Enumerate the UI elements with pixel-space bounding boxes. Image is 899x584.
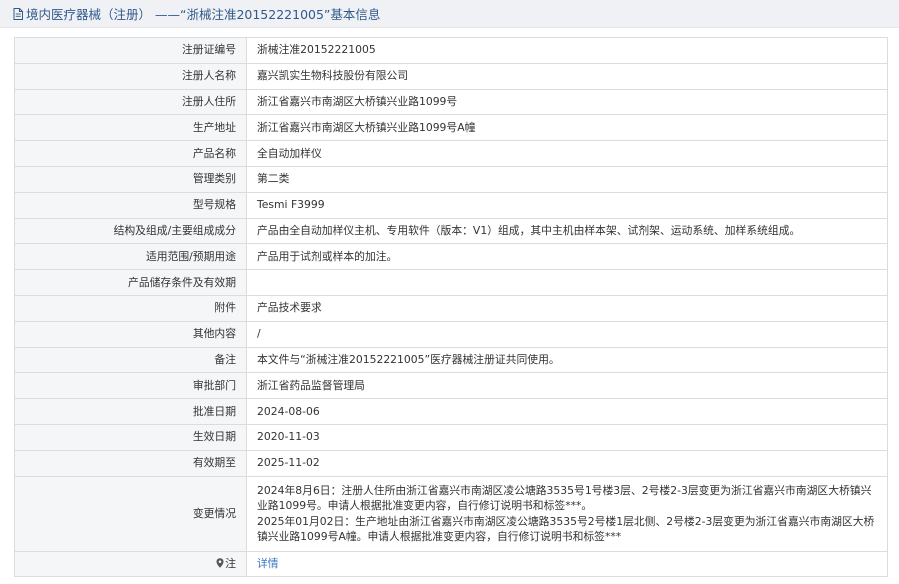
table-row: 有效期至 2025-11-02	[14, 449, 888, 477]
row-label: 结构及组成/主要组成成分	[14, 217, 247, 245]
row-label: 管理类别	[14, 165, 247, 193]
row-value: 2025-11-02	[246, 449, 888, 477]
row-value: 浙江省药品监督管理局	[246, 372, 888, 400]
row-label: 生效日期	[14, 423, 247, 451]
table-row-note: 注 详情	[14, 550, 888, 578]
table-row: 注册人名称 嘉兴凯实生物科技股份有限公司	[14, 62, 888, 90]
row-label: 适用范围/预期用途	[14, 243, 247, 271]
row-value: Tesmi F3999	[246, 191, 888, 219]
registration-info-table: 注册证编号 浙械注准20152221005 注册人名称 嘉兴凯实生物科技股份有限公司注…	[14, 37, 888, 578]
row-value: 全自动加样仪	[246, 140, 888, 167]
table-row: 附件 产品技术要求	[14, 294, 888, 322]
row-value: 浙江省嘉兴市南湖区大桥镇兴业路1099号	[246, 88, 888, 116]
row-label: 型号规格	[14, 191, 247, 219]
table-row: 批准日期 2024-08-06	[14, 398, 888, 425]
row-label: 有效期至	[14, 449, 247, 477]
row-value: 浙江省嘉兴市南湖区大桥镇兴业路1099号A幢	[246, 114, 888, 142]
change-entry: 2025年01月02日：生产地址由浙江省嘉兴市南湖区凌公塘路3535号2号楼1层…	[257, 514, 875, 544]
change-entry: 2024年8月6日：注册人住所由浙江省嘉兴市南湖区凌公塘路3535号1号楼3层、…	[257, 483, 872, 513]
row-value: 第二类	[246, 165, 888, 193]
details-link[interactable]: 详情	[257, 557, 279, 570]
table-row: 型号规格 Tesmi F3999	[14, 191, 888, 219]
info-panel: 注册证编号 浙械注准20152221005 注册人名称 嘉兴凯实生物科技股份有限公司注…	[0, 28, 899, 584]
note-label: 注	[225, 556, 236, 570]
row-label: 其他内容	[14, 320, 247, 348]
row-value: 本文件与“浙械注准20152221005”医疗器械注册证共同使用。	[246, 346, 888, 374]
table-row: 其他内容 /	[14, 320, 888, 348]
table-row: 产品名称 全自动加样仪	[14, 140, 888, 167]
row-value: 2024-08-06	[246, 398, 888, 425]
table-row: 生产地址 浙江省嘉兴市南湖区大桥镇兴业路1099号A幢	[14, 114, 888, 142]
table-row: 生效日期 2020-11-03	[14, 423, 888, 451]
row-value: 浙械注准20152221005	[246, 37, 888, 64]
row-value: 详情	[246, 550, 888, 578]
table-row: 审批部门 浙江省药品监督管理局	[14, 372, 888, 400]
table-row: 结构及组成/主要组成成分 产品由全自动加样仪主机、专用软件（版本：V1）组成，其中…	[14, 217, 888, 245]
row-value: 嘉兴凯实生物科技股份有限公司	[246, 62, 888, 90]
row-label: 注册人名称	[14, 62, 247, 90]
table-row: 备注 本文件与“浙械注准20152221005”医疗器械注册证共同使用。	[14, 346, 888, 374]
row-label: 变更情况	[14, 475, 247, 552]
row-label: 注	[14, 550, 247, 578]
table-row: 注册证编号 浙械注准20152221005	[14, 37, 888, 64]
row-value: /	[246, 320, 888, 348]
map-pin-icon	[216, 558, 224, 568]
table-row: 适用范围/预期用途 产品用于试剂或样本的加注。	[14, 243, 888, 271]
row-label: 注册证编号	[14, 37, 247, 64]
page-title: 境内医疗器械（注册） ——“浙械注准20152221005”基本信息	[26, 7, 381, 22]
table-row: 注册人住所 浙江省嘉兴市南湖区大桥镇兴业路1099号	[14, 88, 888, 116]
row-label: 附件	[14, 294, 247, 322]
row-label: 注册人住所	[14, 88, 247, 116]
table-row-changes: 变更情况 2024年8月6日：注册人住所由浙江省嘉兴市南湖区凌公塘路3535号1号…	[14, 475, 888, 552]
row-value: 产品技术要求	[246, 294, 888, 322]
row-label: 备注	[14, 346, 247, 374]
row-label: 生产地址	[14, 114, 247, 142]
row-value: 2020-11-03	[246, 423, 888, 451]
row-label: 审批部门	[14, 372, 247, 400]
row-value: 产品用于试剂或样本的加注。	[246, 243, 888, 271]
row-value: 产品由全自动加样仪主机、专用软件（版本：V1）组成，其中主机由样本架、试剂架、运…	[246, 217, 888, 245]
row-value	[246, 269, 888, 296]
row-label: 批准日期	[14, 398, 247, 425]
row-label: 产品储存条件及有效期	[14, 269, 247, 296]
change-history: 2024年8月6日：注册人住所由浙江省嘉兴市南湖区凌公塘路3535号1号楼3层、…	[246, 475, 888, 552]
document-icon	[13, 7, 23, 20]
page-header: 境内医疗器械（注册） ——“浙械注准20152221005”基本信息	[0, 0, 899, 28]
table-row: 产品储存条件及有效期	[14, 269, 888, 296]
table-row: 管理类别 第二类	[14, 165, 888, 193]
row-label: 产品名称	[14, 140, 247, 167]
